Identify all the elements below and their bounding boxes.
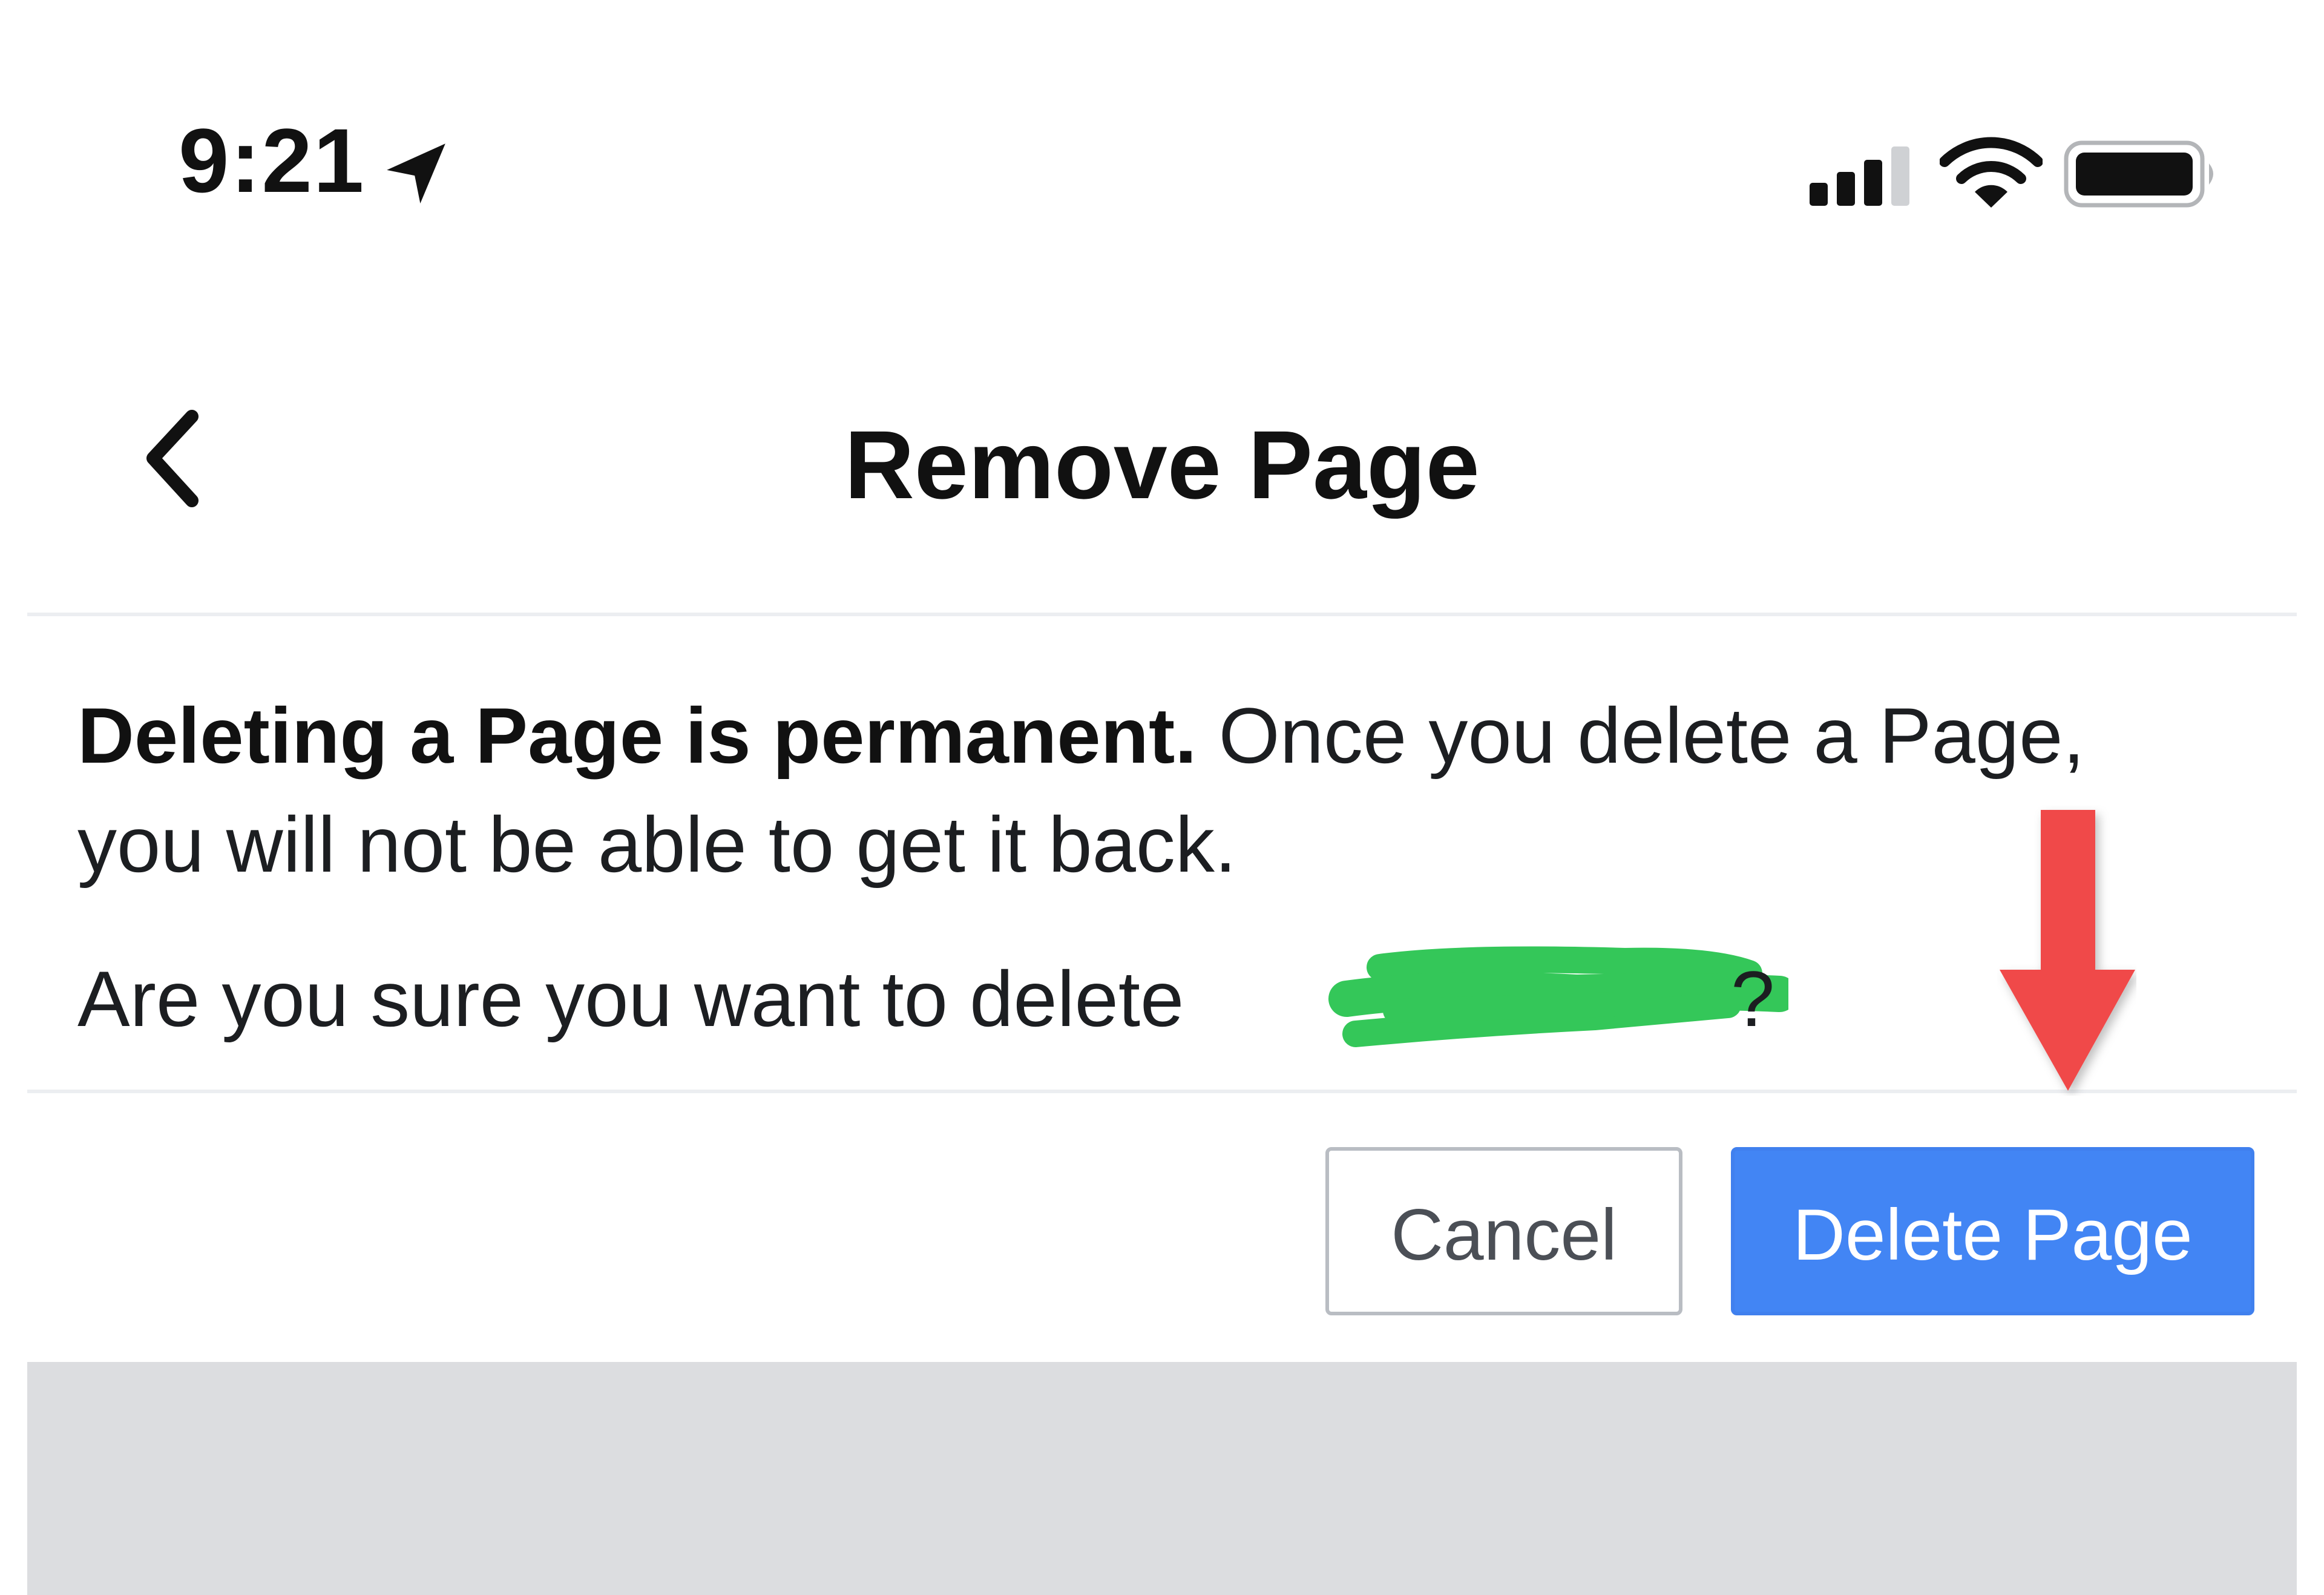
status-time: 9:21 <box>179 110 366 211</box>
red-arrow-annotation-icon <box>2000 810 2135 1091</box>
wifi-icon <box>1940 137 2043 208</box>
delete-page-button[interactable]: Delete Page <box>1731 1147 2254 1315</box>
location-arrow-icon <box>387 143 445 204</box>
footer-gray-area <box>27 1362 2297 1595</box>
battery-icon <box>2064 140 2213 208</box>
cancel-button[interactable]: Cancel <box>1325 1147 1682 1315</box>
question-prefix: Are you sure you want to delete <box>77 955 1184 1043</box>
redaction-scribble <box>1328 946 1788 1047</box>
cellular-signal-icon <box>1810 146 1909 206</box>
redacted-page-name: ? <box>1322 932 1788 1065</box>
content-divider <box>27 1090 2297 1093</box>
delete-confirmation-question: Are you sure you want to delete <box>77 944 1184 1053</box>
warning-bold-text: Deleting a Page is permanent. <box>77 691 1197 780</box>
page-title: Remove Page <box>844 410 1480 519</box>
remove-page-screen: 9:21 Remove Page Deleting a Page is perm… <box>0 0 2324 1595</box>
delete-warning-text: Deleting a Page is permanent. Once you d… <box>77 681 2135 899</box>
header-divider <box>27 613 2297 616</box>
question-suffix: ? <box>1731 955 1775 1043</box>
